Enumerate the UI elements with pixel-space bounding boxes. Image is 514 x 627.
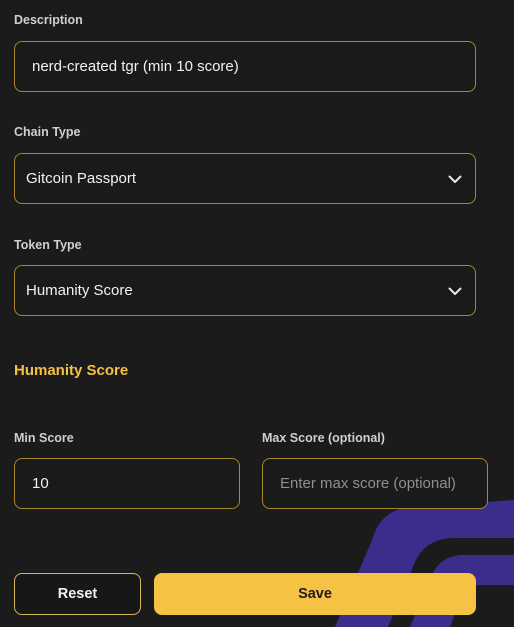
description-label: Description [14, 13, 83, 27]
section-title: Humanity Score [14, 362, 129, 379]
token-type-selected-value: Humanity Score [26, 282, 133, 299]
max-score-label: Max Score (optional) [262, 431, 385, 445]
token-type-label: Token Type [14, 238, 82, 252]
chevron-down-icon [448, 175, 462, 183]
max-score-input[interactable] [280, 459, 470, 508]
min-score-input[interactable] [32, 459, 222, 508]
reset-button[interactable]: Reset [14, 573, 141, 615]
max-score-field-container[interactable] [262, 458, 488, 509]
token-type-select[interactable]: Humanity Score [14, 265, 476, 316]
chain-type-label: Chain Type [14, 125, 81, 139]
description-field-container[interactable] [14, 41, 476, 92]
chevron-down-icon [448, 287, 462, 295]
min-score-label: Min Score [14, 431, 74, 445]
chain-type-selected-value: Gitcoin Passport [26, 170, 137, 187]
chain-type-select[interactable]: Gitcoin Passport [14, 153, 476, 204]
save-button[interactable]: Save [154, 573, 476, 615]
description-input[interactable] [32, 42, 458, 91]
min-score-field-container[interactable] [14, 458, 240, 509]
